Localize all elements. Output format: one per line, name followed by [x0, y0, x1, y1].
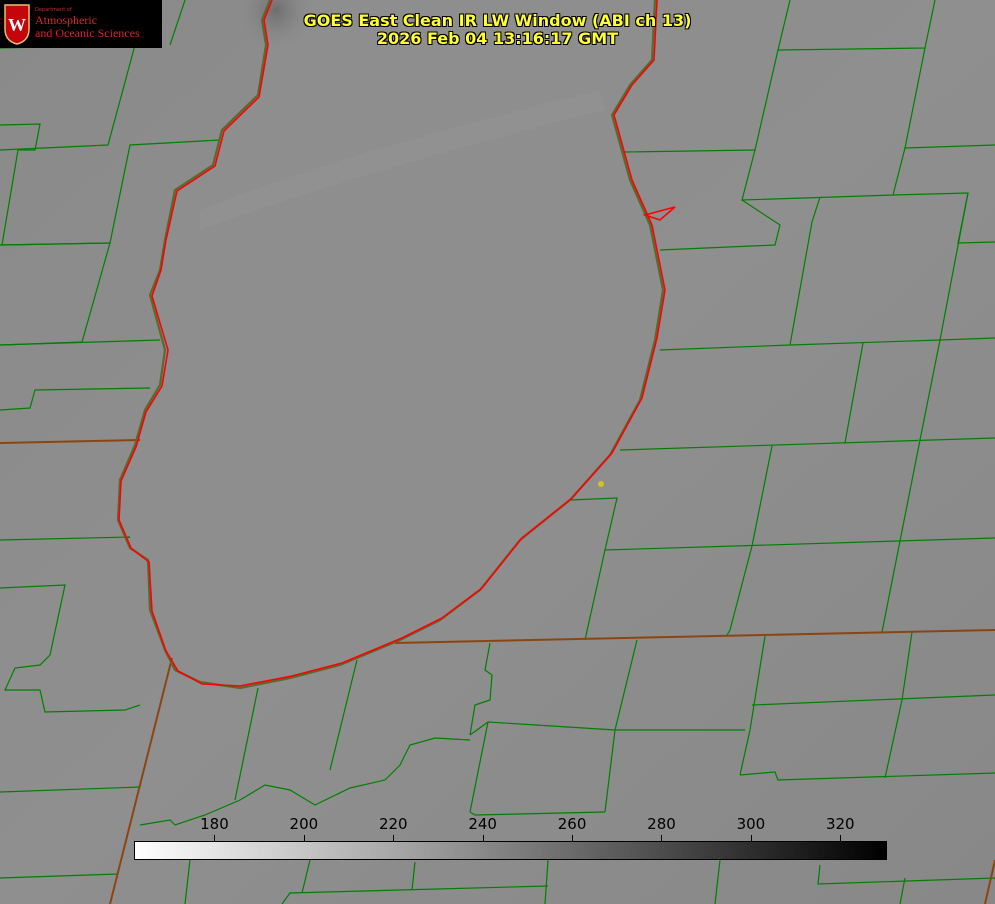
colorbar-tick-mark — [214, 835, 216, 841]
image-title-line2: 2026 Feb 04 13:16:17 GMT — [376, 29, 619, 48]
colorbar-tick-label: 280 — [647, 815, 676, 833]
colorbar-tick-mark — [482, 835, 484, 841]
image-title-line1: GOES East Clean IR LW Window (ABI ch 13) — [303, 11, 692, 30]
colorbar-tick-mark — [661, 835, 663, 841]
colorbar: 180 200 220 240 260 280 300 320 — [134, 815, 887, 861]
colorbar-tick-mark — [393, 835, 395, 841]
colorbar-tick-label: 300 — [736, 815, 766, 833]
colorbar-tick-label: 180 — [200, 815, 229, 833]
colorbar-tick-mark — [303, 835, 305, 841]
colorbar-tick-mark — [750, 835, 752, 841]
colorbar-tick-label: 220 — [378, 815, 408, 833]
colorbar-gradient — [134, 841, 887, 860]
colorbar-tick-label: 260 — [557, 815, 587, 833]
satellite-map — [0, 0, 995, 904]
location-marker — [598, 481, 604, 487]
colorbar-tick-label: 320 — [825, 815, 855, 833]
colorbar-tick-label: 200 — [289, 815, 319, 833]
colorbar-tick-label: 240 — [468, 815, 497, 833]
colorbar-tick-mark — [572, 835, 574, 841]
colorbar-tick-mark — [840, 835, 842, 841]
